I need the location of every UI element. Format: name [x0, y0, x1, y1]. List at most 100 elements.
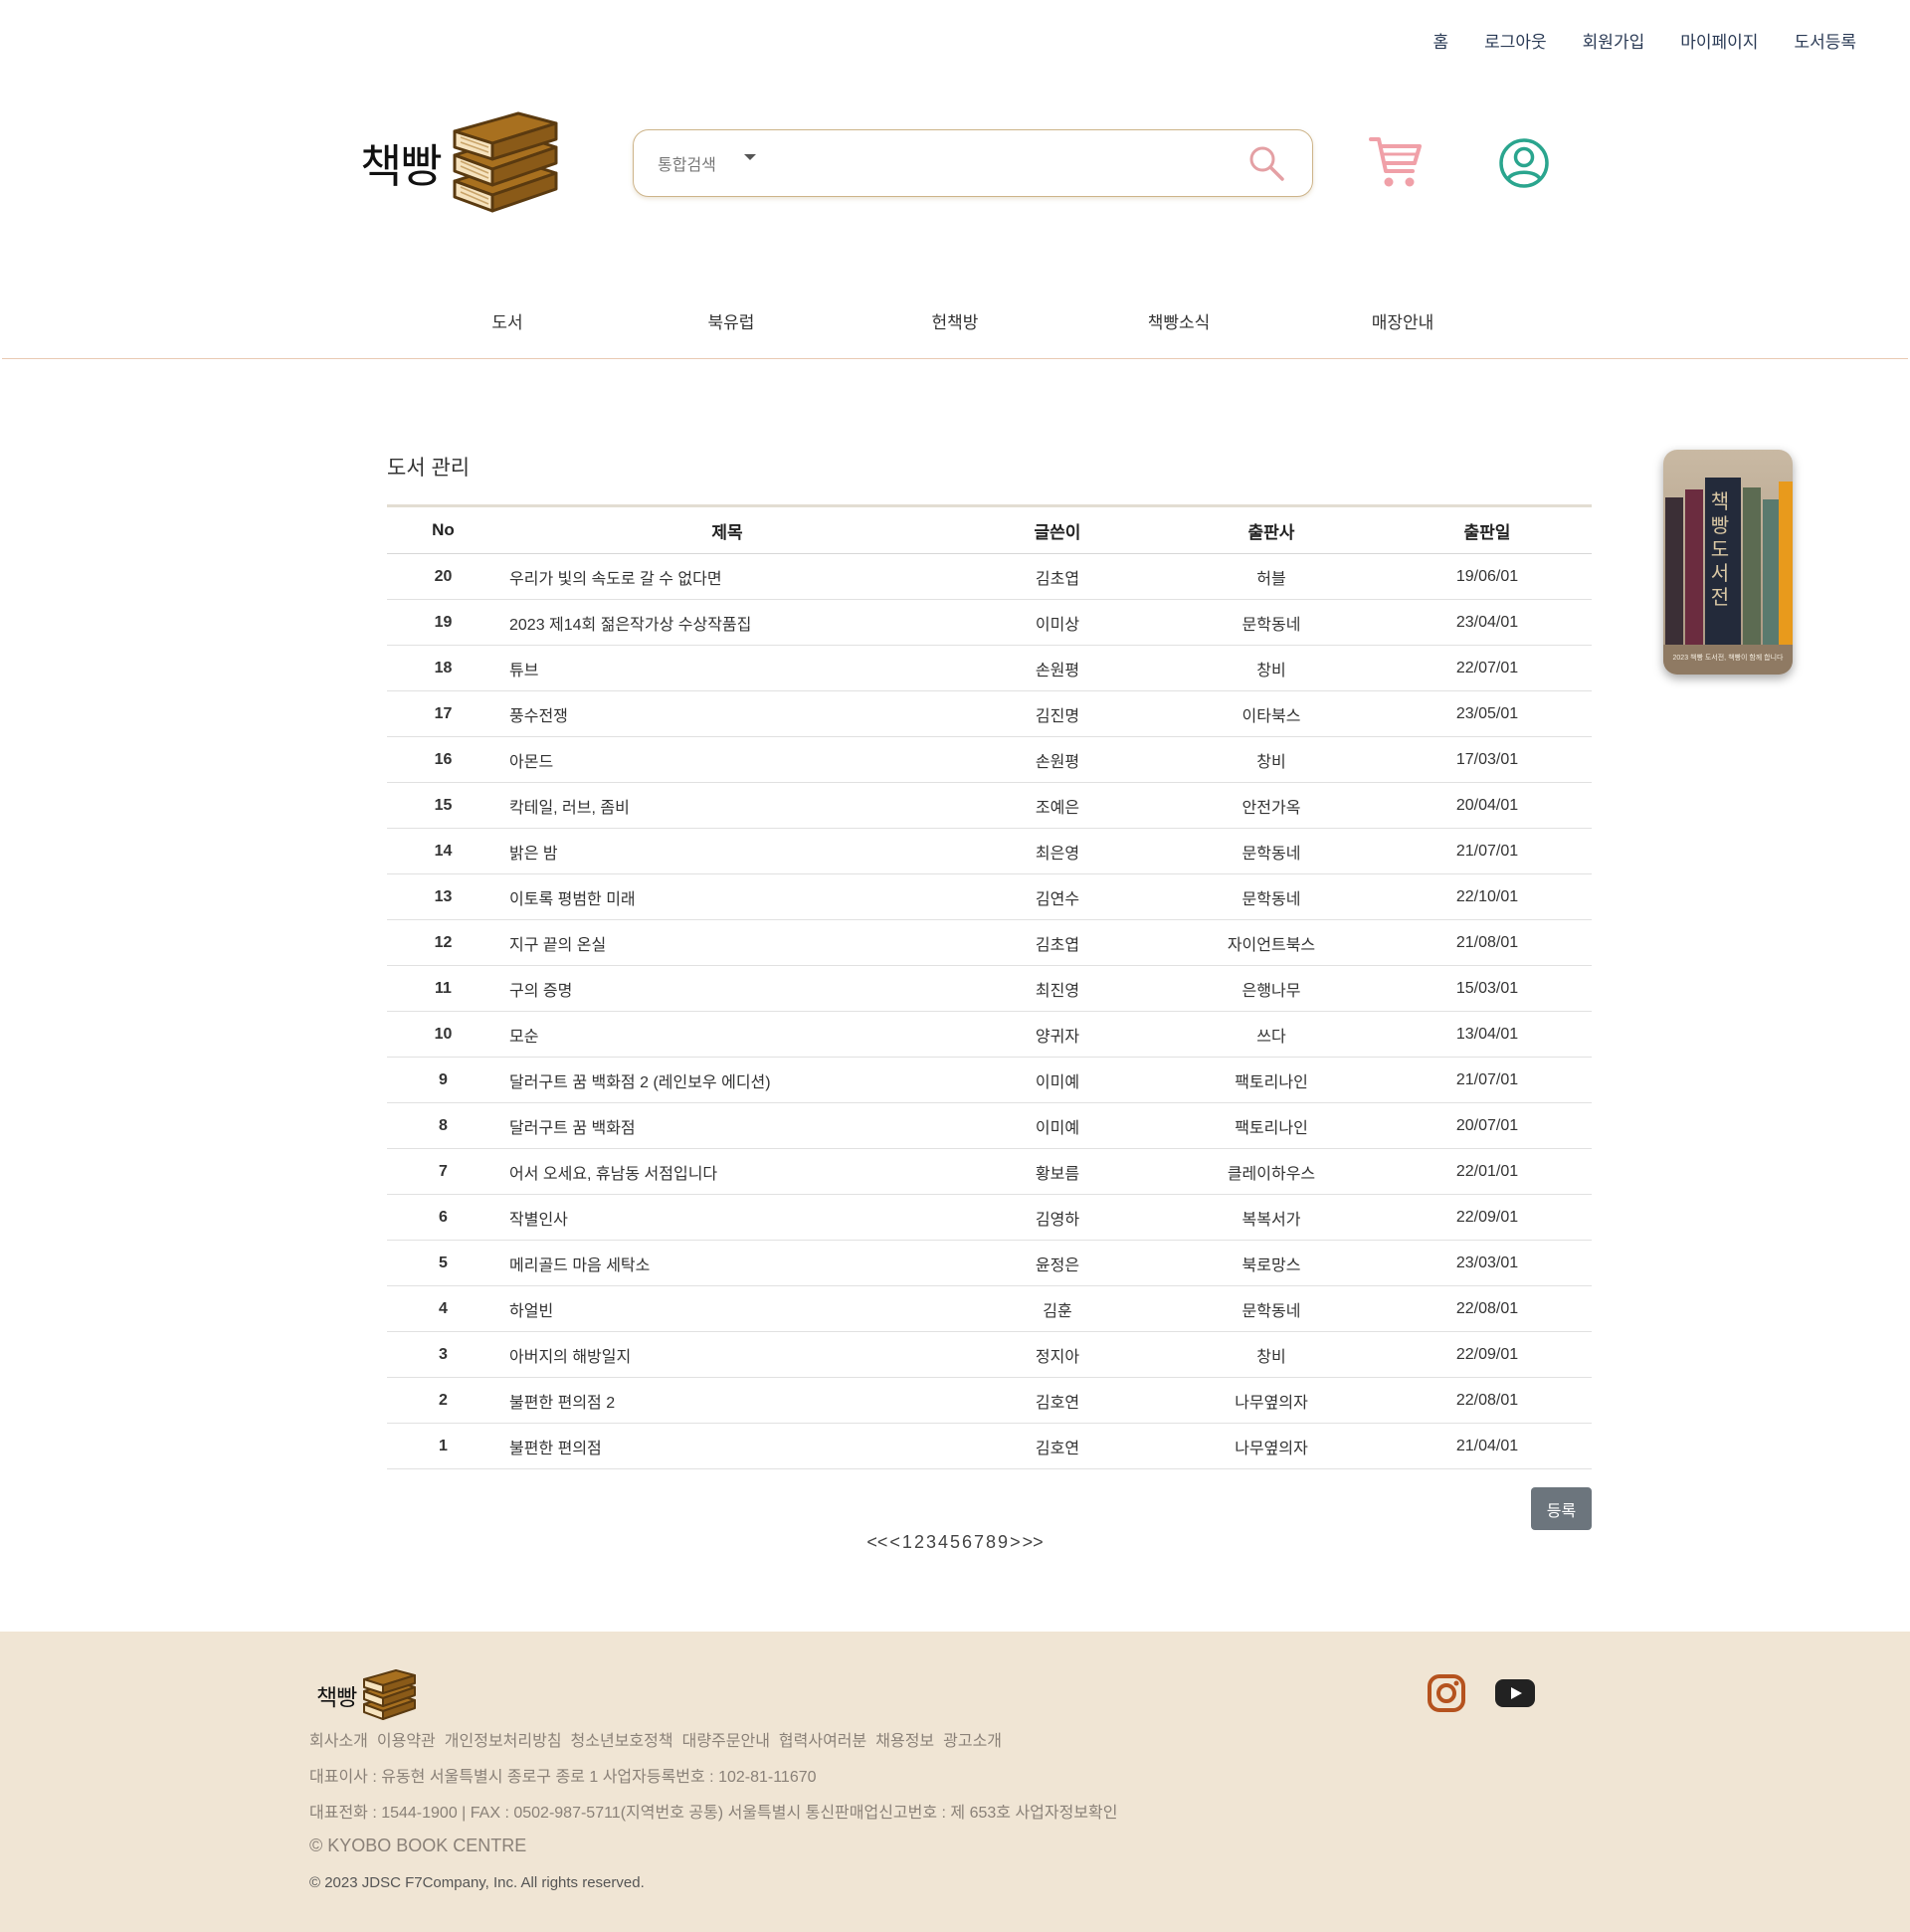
table-row[interactable]: 15 칵테일, 러브, 좀비 조예은 안전가옥 20/04/01	[387, 782, 1592, 829]
table-row[interactable]: 19 2023 제14회 젊은작가상 수상작품집 이미상 문학동네 23/04/01	[387, 599, 1592, 646]
table-row[interactable]: 13 이토록 평범한 미래 김연수 문학동네 22/10/01	[387, 873, 1592, 920]
page-5[interactable]: 5	[950, 1532, 960, 1552]
nav-item-store-info[interactable]: 매장안내	[1291, 308, 1515, 333]
site-logo[interactable]: 책빵	[360, 111, 560, 215]
title-cell[interactable]: 지구 끝의 온실	[499, 919, 955, 966]
table-row[interactable]: 20 우리가 빛의 속도로 갈 수 없다면 김초엽 허블 19/06/01	[387, 553, 1592, 600]
title-cell[interactable]: 튜브	[499, 645, 955, 691]
publisher-cell: 북로망스	[1160, 1240, 1383, 1286]
title-cell[interactable]: 메리골드 마음 세탁소	[499, 1240, 955, 1286]
nav-item-nordic[interactable]: 북유럽	[620, 308, 844, 333]
search-input[interactable]	[771, 143, 1244, 183]
title-cell[interactable]: 2023 제14회 젊은작가상 수상작품집	[499, 599, 955, 646]
footer-link-youth[interactable]: 청소년보호정책	[571, 1727, 673, 1751]
title-cell[interactable]: 작별인사	[499, 1194, 955, 1241]
footer-link-ads[interactable]: 광고소개	[943, 1727, 1002, 1751]
table-row[interactable]: 2 불편한 편의점 2 김호연 나무옆의자 22/08/01	[387, 1377, 1592, 1424]
search-category-label: 통합검색	[658, 157, 716, 174]
page-6[interactable]: 6	[962, 1532, 972, 1552]
table-row[interactable]: 8 달러구트 꿈 백화점 이미예 팩토리나인 20/07/01	[387, 1102, 1592, 1149]
title-cell[interactable]: 칵테일, 러브, 좀비	[499, 782, 955, 829]
user-circle-icon[interactable]	[1498, 137, 1550, 189]
page-4[interactable]: 4	[938, 1532, 948, 1552]
page-9[interactable]: 9	[998, 1532, 1008, 1552]
publisher-cell: 은행나무	[1160, 965, 1383, 1012]
table-row[interactable]: 6 작별인사 김영하 복복서가 22/09/01	[387, 1194, 1592, 1241]
footer-logo[interactable]: 책빵	[316, 1669, 418, 1721]
page-first[interactable]: <<	[866, 1532, 887, 1552]
table-row[interactable]: 18 튜브 손원평 창비 22/07/01	[387, 645, 1592, 691]
publisher-cell: 안전가옥	[1160, 782, 1383, 829]
page-7[interactable]: 7	[974, 1532, 984, 1552]
title-cell[interactable]: 구의 증명	[499, 965, 955, 1012]
footer-link-careers[interactable]: 채용정보	[875, 1727, 934, 1751]
publisher-cell: 쓰다	[1160, 1011, 1383, 1058]
title-cell[interactable]: 우리가 빛의 속도로 갈 수 없다면	[499, 553, 955, 600]
title-cell[interactable]: 모순	[499, 1011, 955, 1058]
cart-icon[interactable]	[1369, 133, 1423, 189]
date-cell: 13/04/01	[1383, 1011, 1592, 1058]
title-cell[interactable]: 하얼빈	[499, 1285, 955, 1332]
table-row[interactable]: 12 지구 끝의 온실 김초엽 자이언트북스 21/08/01	[387, 919, 1592, 966]
footer-link-company[interactable]: 회사소개	[309, 1727, 368, 1751]
search-button[interactable]	[1244, 141, 1288, 185]
page-2[interactable]: 2	[914, 1532, 924, 1552]
publisher-cell: 허블	[1160, 553, 1383, 600]
title-cell[interactable]: 밝은 밤	[499, 828, 955, 874]
no-cell: 12	[387, 919, 499, 966]
youtube-icon[interactable]	[1495, 1679, 1535, 1707]
page-last[interactable]: >>	[1023, 1532, 1044, 1552]
no-cell: 14	[387, 828, 499, 874]
table-row[interactable]: 7 어서 오세요, 휴남동 서점입니다 황보름 클레이하우스 22/01/01	[387, 1148, 1592, 1195]
table-row[interactable]: 3 아버지의 해방일지 정지아 창비 22/09/01	[387, 1331, 1592, 1378]
nav-item-used-books[interactable]: 헌책방	[844, 308, 1067, 333]
title-cell[interactable]: 어서 오세요, 휴남동 서점입니다	[499, 1148, 955, 1195]
page-8[interactable]: 8	[986, 1532, 996, 1552]
title-cell[interactable]: 불편한 편의점 2	[499, 1377, 955, 1424]
search-icon	[1249, 146, 1284, 181]
footer-company-info: 대표이사 : 유동현 서울특별시 종로구 종로 1 사업자등록번호 : 102-…	[309, 1769, 817, 1786]
no-cell: 10	[387, 1011, 499, 1058]
page-1[interactable]: 1	[902, 1532, 912, 1552]
date-cell: 22/09/01	[1383, 1331, 1592, 1378]
author-cell: 김초엽	[955, 553, 1160, 600]
title-cell[interactable]: 달러구트 꿈 백화점	[499, 1102, 955, 1149]
footer-link-terms[interactable]: 이용약관	[377, 1727, 436, 1751]
author-cell: 김호연	[955, 1423, 1160, 1469]
no-cell: 2	[387, 1377, 499, 1424]
search-category-select[interactable]: 통합검색	[658, 151, 756, 175]
page-next[interactable]: >	[1010, 1532, 1021, 1552]
footer-kyobo-copyright: © KYOBO BOOK CENTRE	[309, 1835, 527, 1855]
footer-link-privacy[interactable]: 개인정보처리방침	[445, 1727, 562, 1751]
footer-link-bulk-order[interactable]: 대량주문안내	[682, 1727, 770, 1751]
table-row[interactable]: 16 아몬드 손원평 창비 17/03/01	[387, 736, 1592, 783]
page-3[interactable]: 3	[926, 1532, 936, 1552]
footer-link-partners[interactable]: 협력사여러분	[779, 1727, 866, 1751]
table-row[interactable]: 17 풍수전쟁 김진명 이타북스 23/05/01	[387, 690, 1592, 737]
nav-item-news[interactable]: 책빵소식	[1067, 308, 1291, 333]
table-row[interactable]: 9 달러구트 꿈 백화점 2 (레인보우 에디션) 이미예 팩토리나인 21/07/01	[387, 1057, 1592, 1103]
book-register-link[interactable]: 도서등록	[1794, 28, 1856, 53]
nav-item-books[interactable]: 도서	[396, 308, 620, 333]
author-cell: 조예은	[955, 782, 1160, 829]
title-cell[interactable]: 달러구트 꿈 백화점 2 (레인보우 에디션)	[499, 1057, 955, 1103]
book-fair-banner[interactable]: 책빵도서전 2023 책빵 도서전, 책빵이 함께 합니다	[1663, 450, 1793, 675]
table-row[interactable]: 11 구의 증명 최진영 은행나무 15/03/01	[387, 965, 1592, 1012]
table-row[interactable]: 4 하얼빈 김훈 문학동네 22/08/01	[387, 1285, 1592, 1332]
logout-link[interactable]: 로그아웃	[1484, 28, 1547, 53]
instagram-icon[interactable]	[1427, 1673, 1466, 1713]
title-cell[interactable]: 아버지의 해방일지	[499, 1331, 955, 1378]
title-cell[interactable]: 풍수전쟁	[499, 690, 955, 737]
home-link[interactable]: 홈	[1432, 28, 1448, 53]
title-cell[interactable]: 아몬드	[499, 736, 955, 783]
title-cell[interactable]: 불편한 편의점	[499, 1423, 955, 1469]
title-cell[interactable]: 이토록 평범한 미래	[499, 873, 955, 920]
table-row[interactable]: 10 모순 양귀자 쓰다 13/04/01	[387, 1011, 1592, 1058]
table-row[interactable]: 5 메리골드 마음 세탁소 윤정은 북로망스 23/03/01	[387, 1240, 1592, 1286]
signup-link[interactable]: 회원가입	[1583, 28, 1645, 53]
table-row[interactable]: 1 불편한 편의점 김호연 나무옆의자 21/04/01	[387, 1423, 1592, 1469]
mypage-link[interactable]: 마이페이지	[1680, 28, 1758, 53]
register-button[interactable]: 등록	[1531, 1487, 1592, 1530]
page-prev[interactable]: <	[889, 1532, 900, 1552]
table-row[interactable]: 14 밝은 밤 최은영 문학동네 21/07/01	[387, 828, 1592, 874]
